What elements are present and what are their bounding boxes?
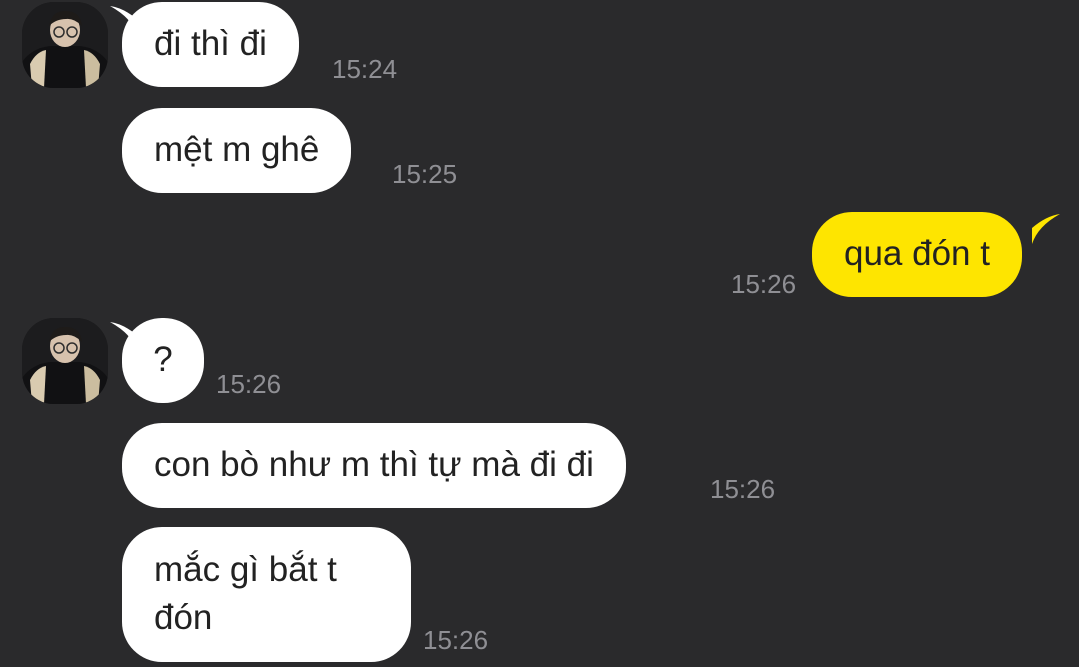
message-text-line: đón — [154, 598, 213, 637]
outgoing-message-bubble[interactable]: qua đón t — [812, 212, 1022, 297]
incoming-message-bubble[interactable]: mắc gì bắt t đón — [122, 527, 411, 662]
message-timestamp: 15:26 — [731, 269, 797, 299]
message-timestamp: 15:26 — [710, 474, 776, 504]
incoming-message-bubble[interactable]: con bò như m thì tự mà đi đi — [122, 423, 626, 508]
message-text: mệt m ghê — [154, 130, 320, 169]
message-text: đi thì đi — [154, 24, 267, 63]
message-text: qua đón t — [844, 234, 990, 273]
incoming-message-bubble[interactable]: đi thì đi — [122, 2, 299, 87]
contact-avatar[interactable] — [22, 318, 108, 404]
avatar-photo-icon — [22, 318, 108, 404]
incoming-message-bubble[interactable]: ? — [122, 318, 204, 403]
avatar-photo-icon — [22, 2, 108, 88]
message-text: con bò như m thì tự mà đi đi — [154, 445, 594, 484]
message-timestamp: 15:24 — [332, 54, 398, 84]
contact-avatar[interactable] — [22, 2, 108, 88]
message-text: ? — [153, 340, 173, 379]
incoming-message-bubble[interactable]: mệt m ghê — [122, 108, 352, 193]
message-timestamp: 15:25 — [392, 159, 458, 189]
message-timestamp: 15:26 — [423, 625, 489, 655]
message-timestamp: 15:26 — [216, 369, 282, 399]
outgoing-bubble-tail — [1032, 214, 1060, 244]
message-text-line: mắc gì bắt t — [154, 550, 337, 589]
